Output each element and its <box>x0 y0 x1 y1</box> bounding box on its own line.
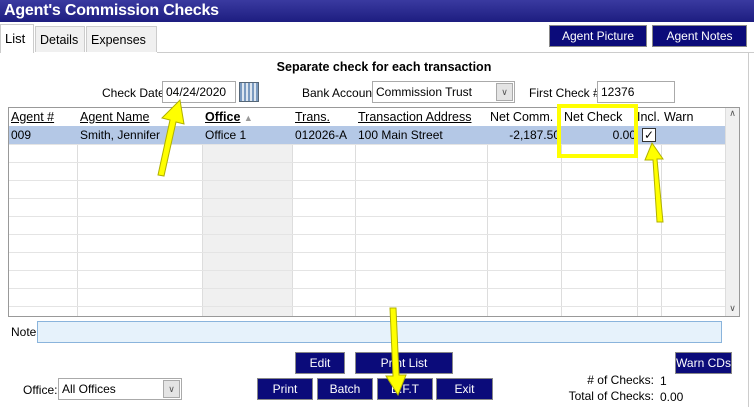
checks-grid: Agent # Agent Name Office ▲ Trans. Trans… <box>8 107 740 317</box>
first-check-label: First Check #: <box>529 86 604 100</box>
tab-details[interactable]: Details <box>35 26 85 52</box>
exit-button[interactable]: Exit <box>436 378 493 400</box>
page-heading: Separate check for each transaction <box>276 60 492 74</box>
check-date-input[interactable]: 04/24/2020 <box>162 81 236 103</box>
cell-address: 100 Main Street <box>358 128 443 142</box>
col-agent-name[interactable]: Agent Name <box>80 110 149 124</box>
vertical-scrollbar[interactable]: ∧ ∨ <box>725 108 739 316</box>
scroll-up-icon: ∧ <box>729 108 736 118</box>
col-net-check[interactable]: Net Check <box>562 108 624 126</box>
chevron-down-icon: ∨ <box>496 83 513 101</box>
bank-account-select[interactable]: Commission Trust ∨ <box>372 81 515 103</box>
print-list-button[interactable]: Print List <box>355 352 453 374</box>
eft-button[interactable]: E.F.T <box>377 378 433 400</box>
total-checks-label: Total of Checks: <box>568 389 654 403</box>
num-checks-value: 1 <box>660 374 667 388</box>
cell-net-check[interactable]: 0.00 <box>562 126 638 144</box>
office-filter-value: All Offices <box>62 382 116 396</box>
total-checks-value: 0.00 <box>660 390 684 404</box>
edit-button[interactable]: Edit <box>295 352 345 374</box>
scroll-down-icon: ∨ <box>729 303 736 313</box>
col-office[interactable]: Office <box>205 110 240 124</box>
tab-expenses[interactable]: Expenses <box>86 26 157 52</box>
cell-name: Smith, Jennifer <box>80 128 161 142</box>
batch-button[interactable]: Batch <box>317 378 373 400</box>
first-check-input[interactable]: 12376 <box>597 81 675 103</box>
warn-cds-button[interactable]: Warn CDs <box>675 352 732 374</box>
sort-asc-icon: ▲ <box>243 113 253 123</box>
cell-net-comm: -2,187.50 <box>509 128 560 142</box>
col-net-comm[interactable]: Net Comm. <box>488 108 555 126</box>
col-incl[interactable]: Incl. <box>635 108 662 126</box>
window-title: Agent's Commission Checks <box>0 0 754 22</box>
note-label: Note: <box>11 325 40 339</box>
office-filter-select[interactable]: All Offices ∨ <box>58 378 182 400</box>
bank-account-value: Commission Trust <box>376 85 473 99</box>
note-input[interactable] <box>37 321 722 343</box>
calendar-icon[interactable] <box>239 82 259 102</box>
cell-trans: 012026-A <box>295 128 348 142</box>
print-button[interactable]: Print <box>257 378 313 400</box>
tab-list[interactable]: List <box>0 24 34 53</box>
bank-account-label: Bank Account: <box>302 86 379 100</box>
col-warn[interactable]: Warn <box>662 108 695 126</box>
agent-notes-button[interactable]: Agent Notes <box>652 25 747 47</box>
office-filter-label: Office: <box>23 383 58 397</box>
agent-picture-button[interactable]: Agent Picture <box>549 25 647 47</box>
num-checks-label: # of Checks: <box>587 373 654 387</box>
chevron-down-icon: ∨ <box>163 380 180 398</box>
cell-office: Office 1 <box>205 128 247 142</box>
incl-checkbox[interactable]: ✓ <box>642 128 656 142</box>
col-address[interactable]: Transaction Address <box>358 110 471 124</box>
col-agent-num[interactable]: Agent # <box>11 110 54 124</box>
check-date-label: Check Date: <box>102 86 169 100</box>
cell-agent: 009 <box>11 128 32 142</box>
col-trans[interactable]: Trans. <box>295 110 330 124</box>
